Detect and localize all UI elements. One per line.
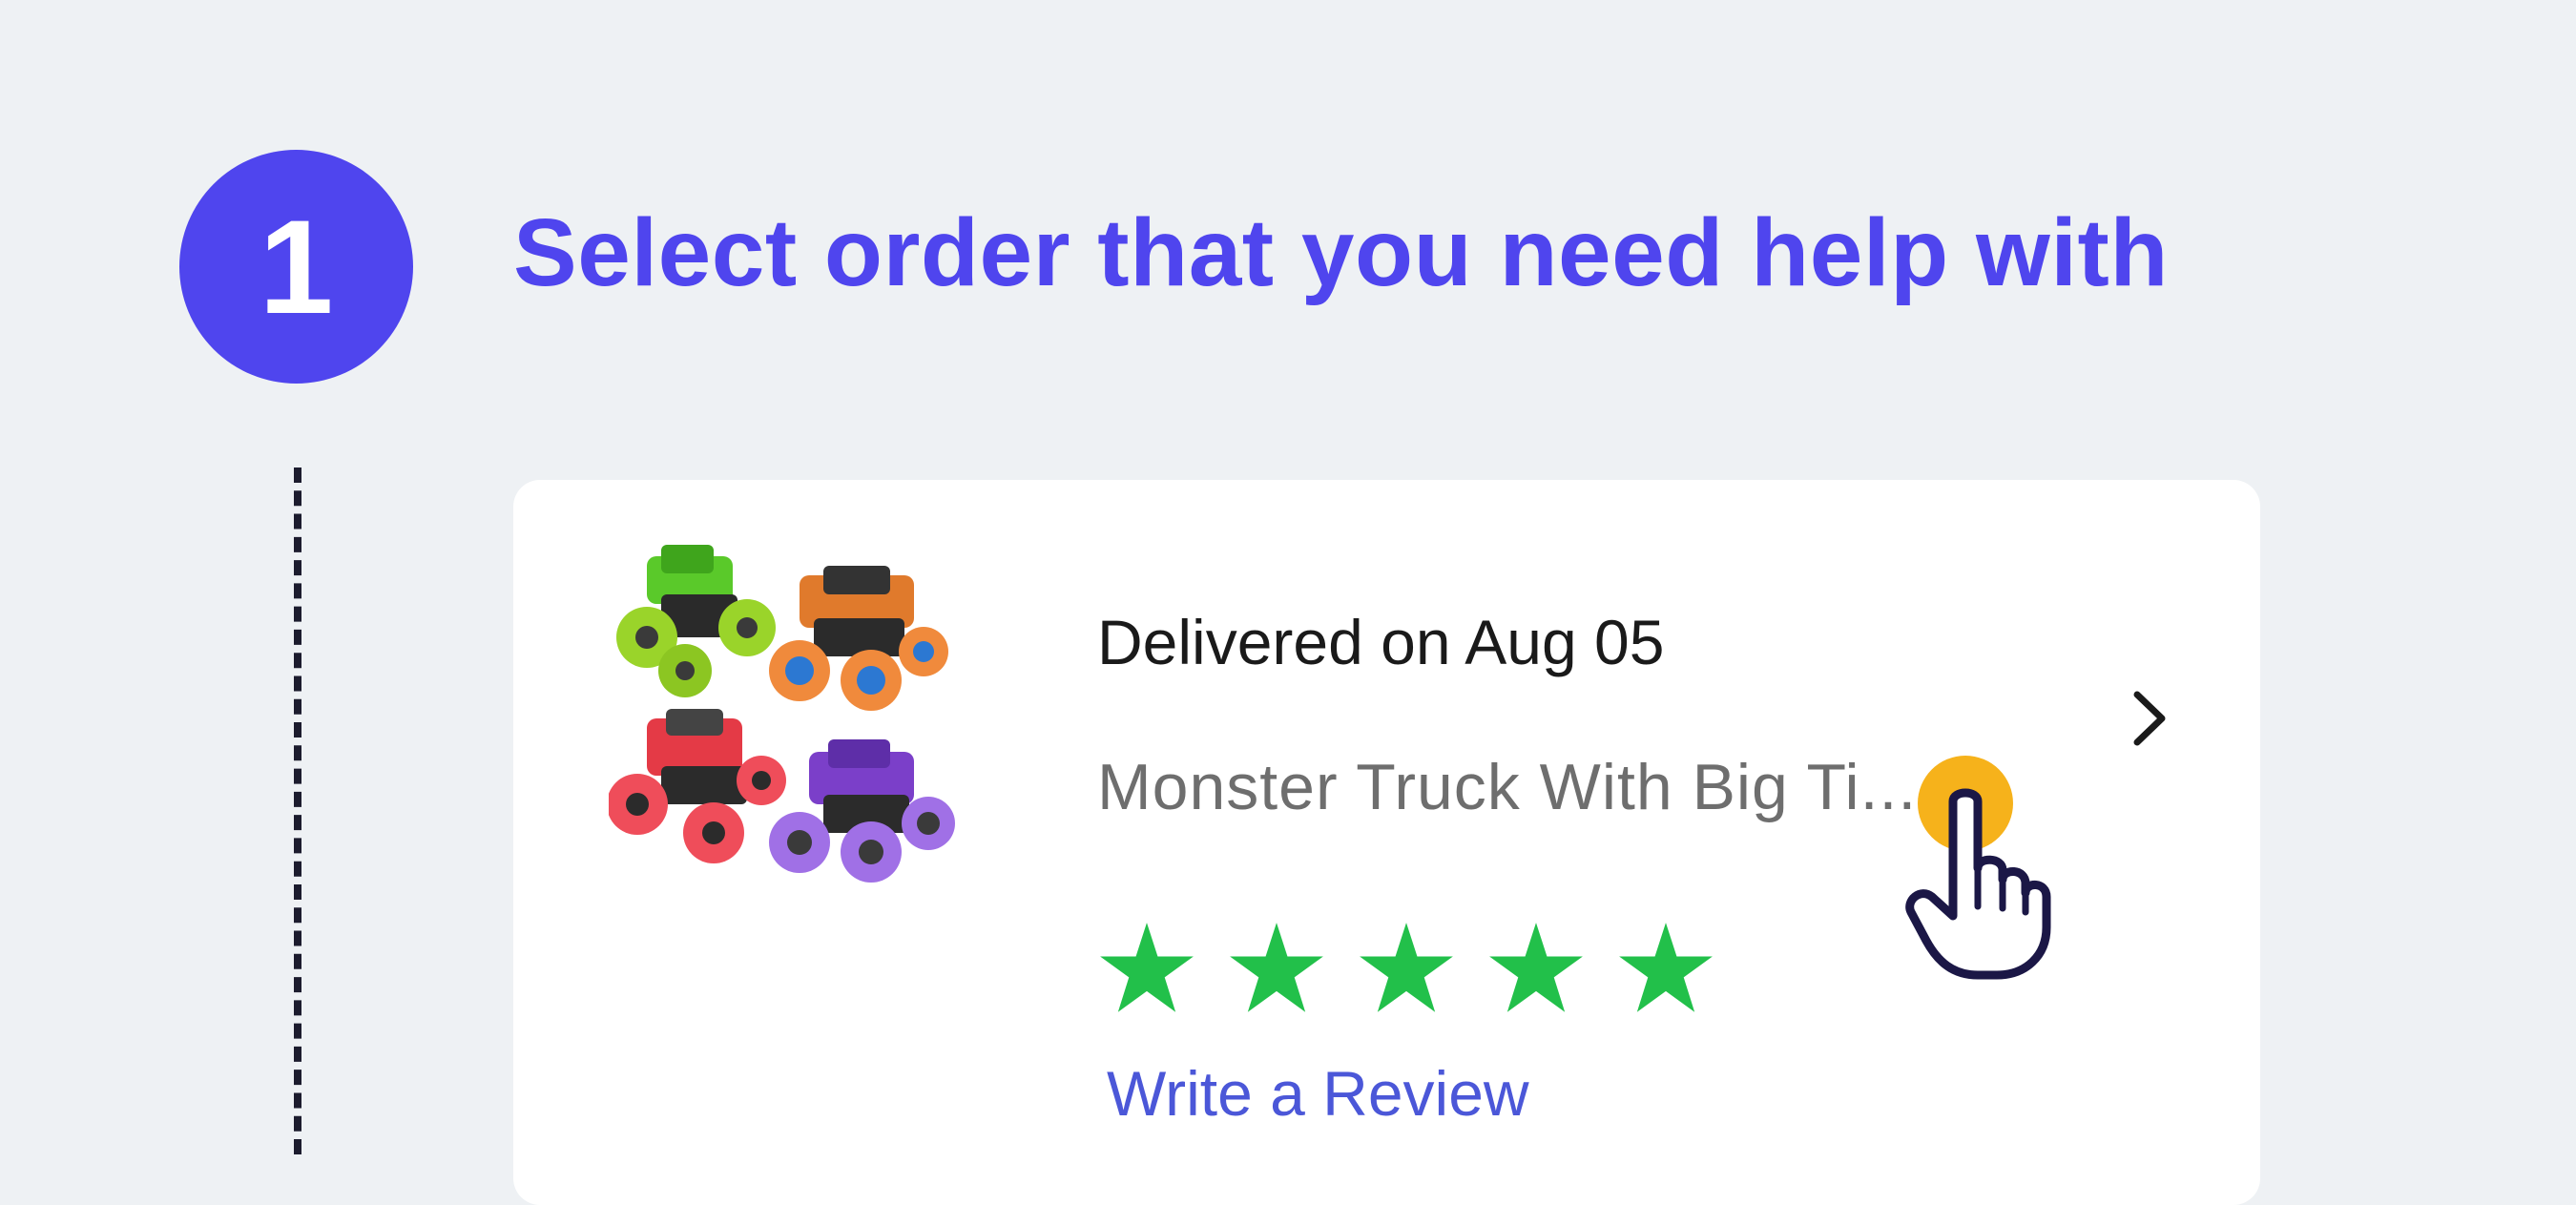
red-truck-icon xyxy=(609,709,786,863)
product-name[interactable]: Monster Truck With Big Ti... xyxy=(1097,750,1917,824)
star-icon[interactable] xyxy=(1097,919,1196,1018)
green-truck-icon xyxy=(616,545,776,697)
step-title: Select order that you need help with xyxy=(513,199,2169,306)
monster-trucks-product-image xyxy=(609,545,955,883)
chevron-right-icon[interactable] xyxy=(2126,685,2173,752)
step-connector-line xyxy=(294,467,301,1154)
purple-truck-icon xyxy=(769,739,955,883)
write-review-link[interactable]: Write a Review xyxy=(1107,1057,1529,1130)
star-icon[interactable] xyxy=(1616,919,1715,1018)
star-icon[interactable] xyxy=(1357,919,1456,1018)
star-icon[interactable] xyxy=(1227,919,1326,1018)
orange-truck-icon xyxy=(769,566,948,711)
star-icon[interactable] xyxy=(1486,919,1586,1018)
star-rating[interactable] xyxy=(1097,919,1715,1018)
step-number: 1 xyxy=(259,191,334,342)
hand-pointer-icon xyxy=(1905,756,2051,980)
step-number-badge: 1 xyxy=(179,150,413,384)
delivery-status: Delivered on Aug 05 xyxy=(1097,607,1665,677)
